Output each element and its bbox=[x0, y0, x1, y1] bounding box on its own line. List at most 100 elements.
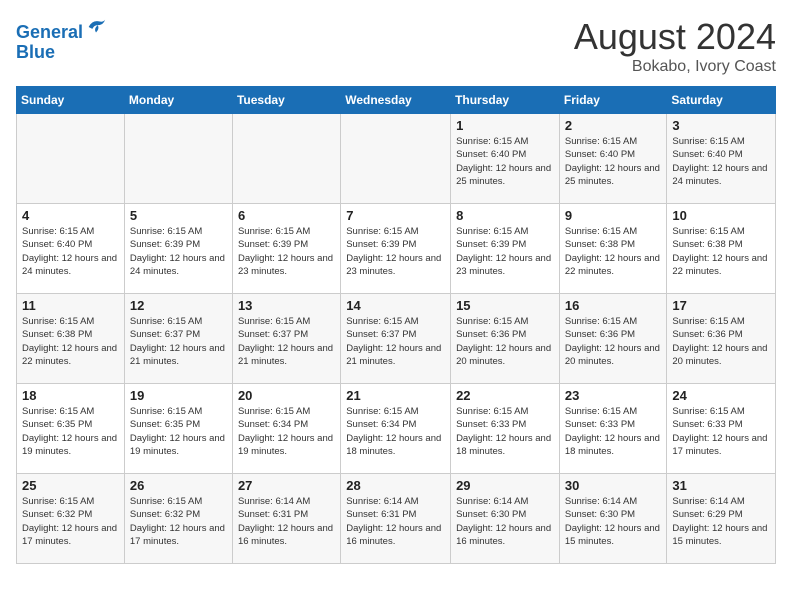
day-number: 1 bbox=[456, 118, 554, 133]
calendar-week-row: 25 Sunrise: 6:15 AM Sunset: 6:32 PM Dayli… bbox=[17, 474, 776, 564]
day-info: Sunrise: 6:15 AM Sunset: 6:39 PM Dayligh… bbox=[130, 225, 227, 278]
calendar-day-cell: 5 Sunrise: 6:15 AM Sunset: 6:39 PM Daylig… bbox=[124, 204, 232, 294]
day-number: 30 bbox=[565, 478, 662, 493]
calendar-day-cell: 11 Sunrise: 6:15 AM Sunset: 6:38 PM Dayli… bbox=[17, 294, 125, 384]
calendar-day-cell: 13 Sunrise: 6:15 AM Sunset: 6:37 PM Dayli… bbox=[232, 294, 340, 384]
day-info: Sunrise: 6:14 AM Sunset: 6:30 PM Dayligh… bbox=[456, 495, 554, 548]
calendar-day-cell: 21 Sunrise: 6:15 AM Sunset: 6:34 PM Dayli… bbox=[341, 384, 451, 474]
logo-blue: Blue bbox=[16, 42, 55, 62]
calendar-day-cell: 28Sunrise: 6:14 AM Sunset: 6:31 PM Dayli… bbox=[341, 474, 451, 564]
day-number: 9 bbox=[565, 208, 662, 223]
day-number: 19 bbox=[130, 388, 227, 403]
day-info: Sunrise: 6:15 AM Sunset: 6:35 PM Dayligh… bbox=[22, 405, 119, 458]
day-number: 28 bbox=[346, 478, 445, 493]
calendar-week-row: 11 Sunrise: 6:15 AM Sunset: 6:38 PM Dayli… bbox=[17, 294, 776, 384]
calendar-day-cell: 7Sunrise: 6:15 AM Sunset: 6:39 PM Daylig… bbox=[341, 204, 451, 294]
calendar-day-cell: 31 Sunrise: 6:14 AM Sunset: 6:29 PM Dayli… bbox=[667, 474, 776, 564]
calendar-empty-cell bbox=[17, 114, 125, 204]
weekday-header-sunday: Sunday bbox=[17, 87, 125, 114]
day-number: 22 bbox=[456, 388, 554, 403]
calendar-day-cell: 15Sunrise: 6:15 AM Sunset: 6:36 PM Dayli… bbox=[451, 294, 560, 384]
calendar-day-cell: 26 Sunrise: 6:15 AM Sunset: 6:32 PM Dayli… bbox=[124, 474, 232, 564]
calendar-day-cell: 23Sunrise: 6:15 AM Sunset: 6:33 PM Dayli… bbox=[559, 384, 667, 474]
day-info: Sunrise: 6:15 AM Sunset: 6:39 PM Dayligh… bbox=[346, 225, 445, 278]
weekday-header-monday: Monday bbox=[124, 87, 232, 114]
day-info: Sunrise: 6:15 AM Sunset: 6:37 PM Dayligh… bbox=[238, 315, 335, 368]
day-number: 2 bbox=[565, 118, 662, 133]
calendar-day-cell: 25 Sunrise: 6:15 AM Sunset: 6:32 PM Dayli… bbox=[17, 474, 125, 564]
day-info: Sunrise: 6:15 AM Sunset: 6:33 PM Dayligh… bbox=[456, 405, 554, 458]
calendar-week-row: 1 Sunrise: 6:15 AM Sunset: 6:40 PM Daylig… bbox=[17, 114, 776, 204]
day-info: Sunrise: 6:15 AM Sunset: 6:33 PM Dayligh… bbox=[672, 405, 770, 458]
title-block: August 2024 Bokabo, Ivory Coast bbox=[574, 16, 776, 76]
calendar-day-cell: 30 Sunrise: 6:14 AM Sunset: 6:30 PM Dayli… bbox=[559, 474, 667, 564]
calendar-day-cell: 10 Sunrise: 6:15 AM Sunset: 6:38 PM Dayli… bbox=[667, 204, 776, 294]
day-number: 14 bbox=[346, 298, 445, 313]
day-number: 23 bbox=[565, 388, 662, 403]
calendar-day-cell: 22 Sunrise: 6:15 AM Sunset: 6:33 PM Dayli… bbox=[451, 384, 560, 474]
day-number: 31 bbox=[672, 478, 770, 493]
day-number: 21 bbox=[346, 388, 445, 403]
day-number: 24 bbox=[672, 388, 770, 403]
calendar-table: SundayMondayTuesdayWednesdayThursdayFrid… bbox=[16, 86, 776, 564]
calendar-week-row: 18 Sunrise: 6:15 AM Sunset: 6:35 PM Dayli… bbox=[17, 384, 776, 474]
weekday-header-thursday: Thursday bbox=[451, 87, 560, 114]
day-number: 17 bbox=[672, 298, 770, 313]
day-number: 25 bbox=[22, 478, 119, 493]
calendar-day-cell: 18 Sunrise: 6:15 AM Sunset: 6:35 PM Dayli… bbox=[17, 384, 125, 474]
day-info: Sunrise: 6:15 AM Sunset: 6:36 PM Dayligh… bbox=[456, 315, 554, 368]
calendar-day-cell: 24 Sunrise: 6:15 AM Sunset: 6:33 PM Dayli… bbox=[667, 384, 776, 474]
calendar-day-cell: 20Sunrise: 6:15 AM Sunset: 6:34 PM Dayli… bbox=[232, 384, 340, 474]
day-number: 11 bbox=[22, 298, 119, 313]
weekday-header-wednesday: Wednesday bbox=[341, 87, 451, 114]
calendar-day-cell: 16Sunrise: 6:15 AM Sunset: 6:36 PM Dayli… bbox=[559, 294, 667, 384]
day-number: 5 bbox=[130, 208, 227, 223]
calendar-day-cell: 19 Sunrise: 6:15 AM Sunset: 6:35 PM Dayli… bbox=[124, 384, 232, 474]
day-info: Sunrise: 6:14 AM Sunset: 6:29 PM Dayligh… bbox=[672, 495, 770, 548]
day-number: 3 bbox=[672, 118, 770, 133]
day-info: Sunrise: 6:15 AM Sunset: 6:32 PM Dayligh… bbox=[130, 495, 227, 548]
calendar-day-cell: 17 Sunrise: 6:15 AM Sunset: 6:36 PM Dayli… bbox=[667, 294, 776, 384]
day-number: 4 bbox=[22, 208, 119, 223]
day-info: Sunrise: 6:15 AM Sunset: 6:36 PM Dayligh… bbox=[672, 315, 770, 368]
day-info: Sunrise: 6:15 AM Sunset: 6:38 PM Dayligh… bbox=[672, 225, 770, 278]
day-info: Sunrise: 6:15 AM Sunset: 6:32 PM Dayligh… bbox=[22, 495, 119, 548]
day-number: 8 bbox=[456, 208, 554, 223]
day-info: Sunrise: 6:14 AM Sunset: 6:30 PM Dayligh… bbox=[565, 495, 662, 548]
calendar-week-row: 4 Sunrise: 6:15 AM Sunset: 6:40 PM Daylig… bbox=[17, 204, 776, 294]
day-info: Sunrise: 6:15 AM Sunset: 6:34 PM Dayligh… bbox=[346, 405, 445, 458]
calendar-day-cell: 8 Sunrise: 6:15 AM Sunset: 6:39 PM Daylig… bbox=[451, 204, 560, 294]
day-number: 16 bbox=[565, 298, 662, 313]
logo-bird-icon bbox=[85, 16, 107, 38]
calendar-empty-cell bbox=[232, 114, 340, 204]
day-info: Sunrise: 6:15 AM Sunset: 6:40 PM Dayligh… bbox=[565, 135, 662, 188]
day-info: Sunrise: 6:14 AM Sunset: 6:31 PM Dayligh… bbox=[238, 495, 335, 548]
day-info: Sunrise: 6:15 AM Sunset: 6:37 PM Dayligh… bbox=[130, 315, 227, 368]
day-number: 26 bbox=[130, 478, 227, 493]
location-subtitle: Bokabo, Ivory Coast bbox=[574, 58, 776, 76]
weekday-header-row: SundayMondayTuesdayWednesdayThursdayFrid… bbox=[17, 87, 776, 114]
day-number: 20 bbox=[238, 388, 335, 403]
day-info: Sunrise: 6:15 AM Sunset: 6:39 PM Dayligh… bbox=[456, 225, 554, 278]
calendar-day-cell: 27Sunrise: 6:14 AM Sunset: 6:31 PM Dayli… bbox=[232, 474, 340, 564]
page-header: General Blue August 2024 Bokabo, Ivory C… bbox=[16, 16, 776, 76]
day-number: 29 bbox=[456, 478, 554, 493]
calendar-day-cell: 1Sunrise: 6:15 AM Sunset: 6:40 PM Daylig… bbox=[451, 114, 560, 204]
calendar-day-cell: 29 Sunrise: 6:14 AM Sunset: 6:30 PM Dayli… bbox=[451, 474, 560, 564]
day-number: 10 bbox=[672, 208, 770, 223]
day-info: Sunrise: 6:15 AM Sunset: 6:40 PM Dayligh… bbox=[22, 225, 119, 278]
day-info: Sunrise: 6:15 AM Sunset: 6:39 PM Dayligh… bbox=[238, 225, 335, 278]
calendar-empty-cell bbox=[124, 114, 232, 204]
month-title: August 2024 bbox=[574, 16, 776, 58]
calendar-day-cell: 12Sunrise: 6:15 AM Sunset: 6:37 PM Dayli… bbox=[124, 294, 232, 384]
calendar-day-cell: 4 Sunrise: 6:15 AM Sunset: 6:40 PM Daylig… bbox=[17, 204, 125, 294]
day-info: Sunrise: 6:15 AM Sunset: 6:38 PM Dayligh… bbox=[22, 315, 119, 368]
day-info: Sunrise: 6:15 AM Sunset: 6:38 PM Dayligh… bbox=[565, 225, 662, 278]
day-number: 13 bbox=[238, 298, 335, 313]
day-info: Sunrise: 6:15 AM Sunset: 6:35 PM Dayligh… bbox=[130, 405, 227, 458]
weekday-header-tuesday: Tuesday bbox=[232, 87, 340, 114]
day-number: 6 bbox=[238, 208, 335, 223]
calendar-day-cell: 9 Sunrise: 6:15 AM Sunset: 6:38 PM Daylig… bbox=[559, 204, 667, 294]
day-number: 18 bbox=[22, 388, 119, 403]
calendar-day-cell: 14Sunrise: 6:15 AM Sunset: 6:37 PM Dayli… bbox=[341, 294, 451, 384]
